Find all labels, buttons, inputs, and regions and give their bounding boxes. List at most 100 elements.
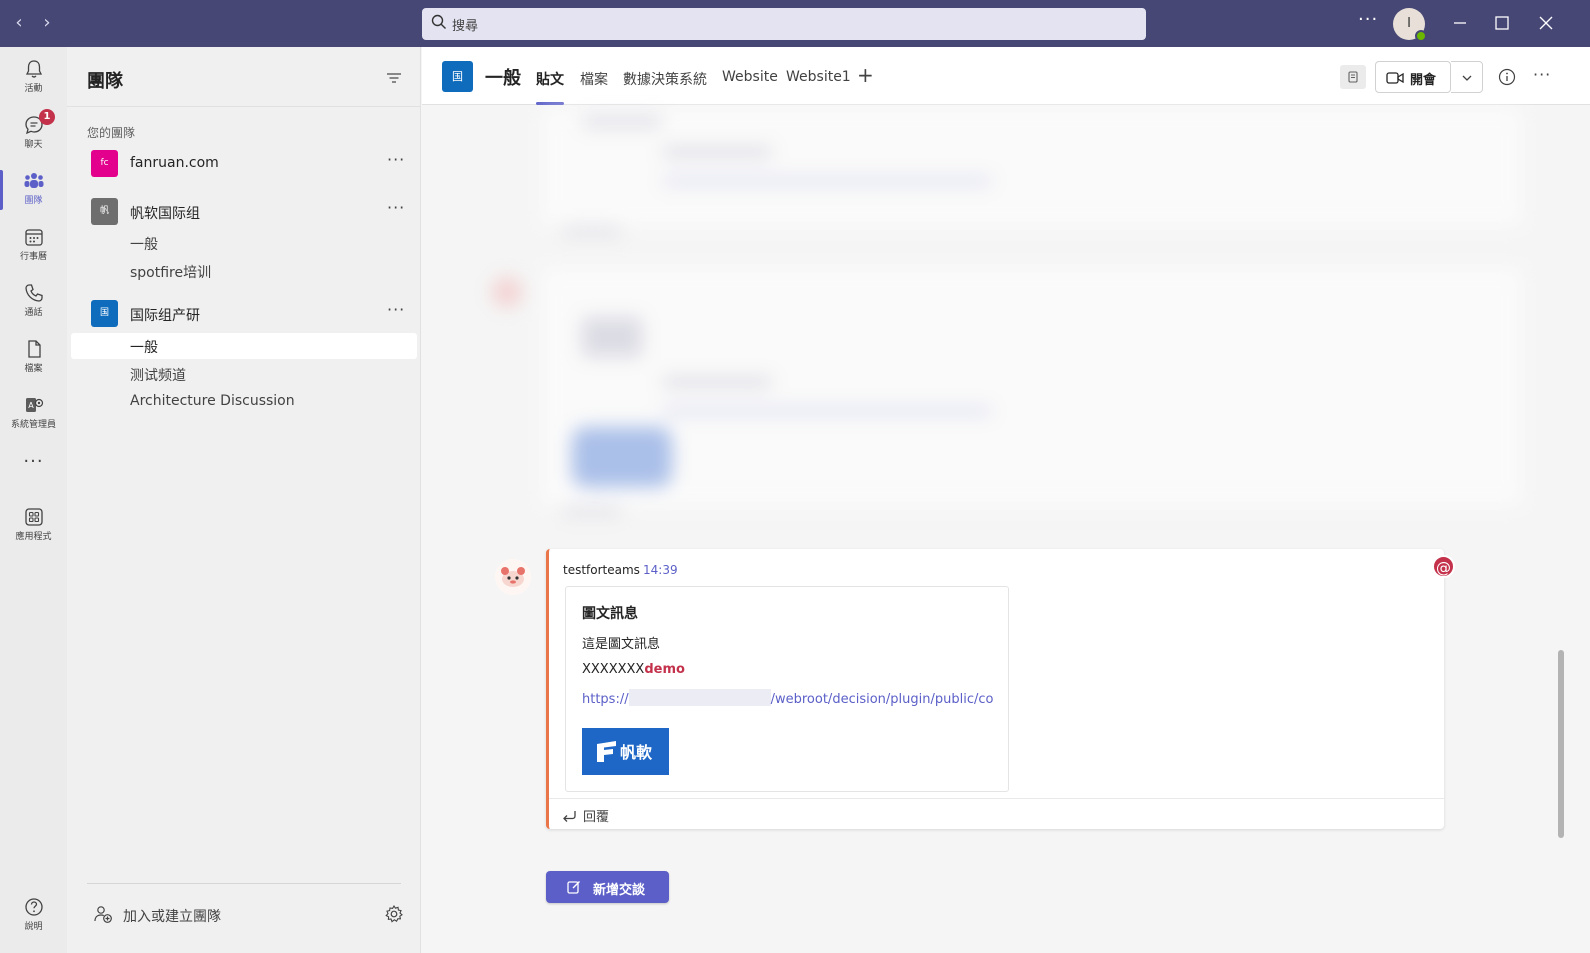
channel-name: 测试频道 (130, 368, 186, 384)
add-tab-icon[interactable]: + (857, 63, 874, 87)
tab-files[interactable]: 檔案 (580, 69, 608, 89)
panel-title: 團隊 (87, 71, 123, 92)
team-avatar: 国 (91, 300, 118, 327)
video-camera-icon (1386, 72, 1404, 84)
card-link[interactable]: https:// /webroot/decision/plugin/public/… (582, 689, 994, 707)
screen-share-icon[interactable] (1340, 65, 1366, 89)
app-rail: 活動 聊天 1 團隊 行事曆 通話 檔案 A 系統管理員 ··· 應用程式 說明 (0, 47, 67, 953)
team-name: 国际组产研 (130, 308, 200, 324)
avatar-initial: I (1407, 16, 1411, 31)
team-avatar: fc (91, 150, 118, 177)
rail-item-admin[interactable]: A 系統管理員 (0, 388, 67, 440)
gear-icon[interactable] (384, 904, 404, 924)
channel-item-active[interactable]: 一般 (71, 333, 417, 359)
rail-item-calendar[interactable]: 行事曆 (0, 220, 67, 272)
link-prefix: https:// (582, 692, 629, 707)
more-apps-icon[interactable]: ··· (0, 451, 67, 472)
status-available-icon (1415, 30, 1427, 42)
svg-text:A: A (28, 401, 34, 410)
search-placeholder: 搜尋 (452, 19, 479, 34)
new-conversation-label: 新增交談 (593, 883, 646, 898)
rail-label: 通話 (24, 308, 43, 318)
channel-item[interactable]: spotfire培训 (71, 258, 417, 284)
message-time: 14:39 (643, 563, 678, 577)
blurred-message-history (482, 107, 1522, 517)
tab-decision-system[interactable]: 數據決策系統 (623, 69, 707, 89)
teams-icon (24, 173, 43, 188)
team-more-icon[interactable]: ··· (387, 300, 405, 319)
calendar-icon (24, 229, 43, 246)
tab-website[interactable]: Website (722, 69, 778, 85)
main-area: 国 一般 貼文 檔案 數據決策系統 Website Website1 + 開會 … (422, 47, 1590, 953)
phone-icon (24, 284, 43, 302)
rail-label: 系統管理員 (10, 420, 56, 430)
channel-name: 一般 (130, 340, 158, 356)
new-conversation-button[interactable]: 新增交談 (546, 871, 669, 903)
card-demo-line: XXXXXXXdemo (582, 662, 685, 677)
search-input[interactable]: 搜尋 (422, 8, 1146, 40)
team-avatar: 帆 (91, 198, 118, 225)
active-tab-indicator (536, 102, 564, 105)
help-icon (24, 898, 43, 916)
divider (67, 106, 421, 107)
team-row-rnd[interactable]: 国 国际组产研 ··· (71, 296, 417, 332)
forward-arrow-icon[interactable]: › (36, 12, 58, 34)
mention-icon: @ (1432, 555, 1455, 578)
meet-button[interactable]: 開會 (1375, 61, 1451, 93)
reply-label: 回覆 (583, 810, 610, 825)
info-icon[interactable] (1498, 68, 1516, 86)
more-icon[interactable]: ··· (1358, 9, 1378, 30)
fanruan-logo-mark (597, 741, 616, 762)
add-people-icon (94, 906, 112, 923)
rail-label: 活動 (24, 84, 43, 94)
channel-item[interactable]: 测试频道 (71, 361, 417, 387)
rail-item-chat[interactable]: 聊天 1 (0, 108, 67, 160)
meet-dropdown-button[interactable] (1451, 61, 1483, 93)
filter-icon[interactable] (385, 69, 403, 87)
rail-item-help[interactable]: 說明 (0, 890, 67, 942)
bell-icon (25, 60, 42, 78)
join-or-create-team-button[interactable]: 加入或建立團隊 (93, 904, 221, 928)
unread-badge: 1 (39, 109, 55, 125)
redacted-host (628, 689, 771, 706)
header-more-icon[interactable]: ··· (1533, 65, 1551, 84)
divider (87, 883, 401, 884)
channel-name: Architecture Discussion (130, 393, 295, 409)
rail-item-teams[interactable]: 團隊 (0, 164, 67, 216)
close-icon[interactable] (1535, 12, 1557, 34)
reply-button[interactable]: 回覆 (549, 798, 1444, 829)
card-text: 這是圖文訊息 (582, 637, 661, 652)
fanruan-logo: 帆軟 (582, 728, 669, 775)
apps-icon (24, 508, 43, 526)
minimize-icon[interactable] (1449, 12, 1471, 34)
rail-label: 行事曆 (19, 252, 47, 262)
team-more-icon[interactable]: ··· (387, 150, 405, 169)
link-suffix: /webroot/decision/plugin/public/cor (770, 692, 994, 707)
tab-posts[interactable]: 貼文 (536, 69, 564, 89)
meet-label: 開會 (1410, 73, 1437, 88)
tab-website1[interactable]: Website1 (786, 69, 851, 85)
rail-item-files[interactable]: 檔案 (0, 332, 67, 384)
rail-item-calls[interactable]: 通話 (0, 276, 67, 328)
channel-header: 国 一般 貼文 檔案 數據決策系統 Website Website1 + 開會 … (422, 47, 1590, 105)
channel-item[interactable]: 一般 (71, 230, 417, 256)
maximize-icon[interactable] (1491, 12, 1513, 34)
scrollbar-thumb[interactable] (1558, 650, 1564, 838)
message-author[interactable]: testforteams (563, 563, 640, 577)
team-row-fanruan[interactable]: fc fanruan.com ··· (71, 146, 417, 182)
search-icon (431, 14, 446, 29)
bot-avatar[interactable] (495, 559, 531, 595)
back-arrow-icon[interactable]: ‹ (8, 12, 30, 34)
team-row-international[interactable]: 帆 帆软国际组 ··· (71, 194, 417, 230)
compose-icon (567, 881, 580, 894)
team-more-icon[interactable]: ··· (387, 198, 405, 217)
message-card[interactable]: testforteams 14:39 圖文訊息 這是圖文訊息 XXXXXXXde… (546, 549, 1444, 829)
admin-icon: A (25, 398, 43, 412)
rail-item-apps[interactable]: 應用程式 (0, 500, 67, 552)
file-icon (27, 340, 41, 358)
user-avatar[interactable]: I (1393, 8, 1427, 42)
rail-label: 檔案 (24, 364, 43, 374)
rail-item-activity[interactable]: 活動 (0, 52, 67, 104)
channel-item[interactable]: Architecture Discussion (71, 389, 417, 415)
card-title: 圖文訊息 (582, 606, 638, 622)
